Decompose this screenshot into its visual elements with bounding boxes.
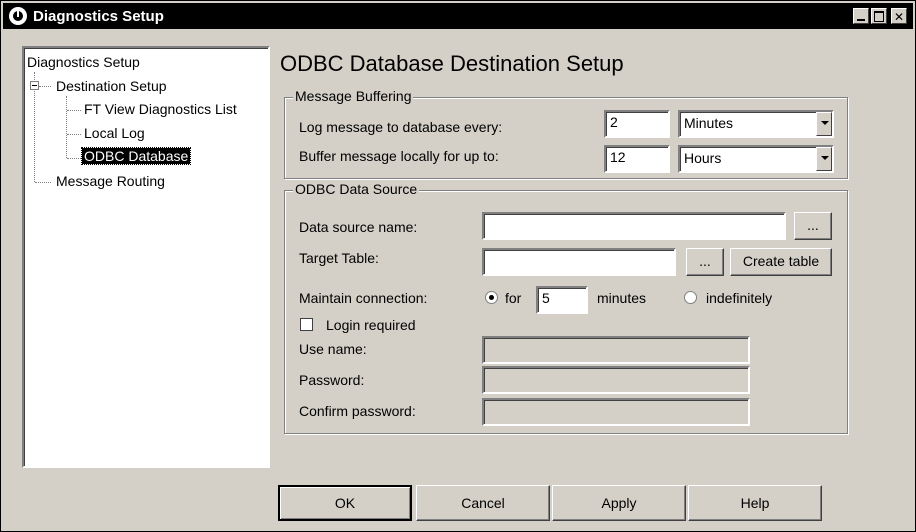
tree-line: [35, 182, 51, 183]
window-title: Diagnostics Setup: [33, 8, 164, 25]
buffer-duration-unit-value: Hours: [684, 150, 722, 166]
data-source-name-label: Data source name:: [299, 219, 418, 235]
confirm-password-input[interactable]: [482, 398, 750, 426]
data-source-name-input[interactable]: [482, 212, 786, 240]
buffer-duration-input[interactable]: 12: [604, 145, 670, 173]
password-input[interactable]: [482, 366, 750, 394]
indefinitely-label: indefinitely: [706, 290, 773, 306]
user-name-label: Use name:: [299, 341, 367, 357]
buffer-duration-label: Buffer message locally for up to:: [299, 148, 499, 164]
tree-item-odbc-database[interactable]: ODBC Database: [80, 147, 192, 165]
maintain-indefinitely-radio[interactable]: [684, 291, 697, 304]
maintain-connection-label: Maintain connection:: [299, 290, 428, 306]
chevron-down-icon[interactable]: [816, 112, 832, 136]
close-icon[interactable]: ✕: [891, 8, 907, 24]
browse-data-source-button[interactable]: ...: [794, 212, 832, 240]
collapse-icon[interactable]: [30, 81, 39, 90]
browse-target-table-button[interactable]: ...: [686, 248, 724, 276]
login-required-checkbox[interactable]: [300, 318, 313, 331]
create-table-button[interactable]: Create table: [730, 248, 832, 276]
tree-item-destination-setup[interactable]: Destination Setup: [56, 78, 167, 94]
tree-line: [67, 158, 81, 159]
password-label: Password:: [299, 372, 365, 388]
odbc-data-source-legend: ODBC Data Source: [293, 181, 420, 197]
tree-line: [39, 86, 51, 87]
tree-item-local-log[interactable]: Local Log: [84, 125, 145, 141]
cancel-button[interactable]: Cancel: [416, 485, 550, 521]
for-label: for: [505, 290, 522, 306]
target-table-input[interactable]: [482, 248, 676, 276]
page-title: ODBC Database Destination Setup: [280, 51, 624, 76]
connection-minutes-input[interactable]: 5: [536, 286, 588, 314]
log-interval-unit-select[interactable]: Minutes: [678, 110, 834, 138]
message-buffering-legend: Message Buffering: [293, 88, 414, 104]
ok-button[interactable]: OK: [278, 485, 412, 521]
log-interval-unit-value: Minutes: [684, 115, 734, 131]
apply-button[interactable]: Apply: [552, 485, 686, 521]
user-name-input[interactable]: [482, 336, 750, 364]
tree-item-diagnostics-setup[interactable]: Diagnostics Setup: [27, 54, 140, 70]
maximize-icon[interactable]: [871, 8, 887, 24]
title-bar: Diagnostics Setup ✕: [3, 3, 913, 29]
tree-line: [67, 110, 81, 111]
tree-item-message-routing[interactable]: Message Routing: [56, 173, 165, 189]
chevron-down-icon[interactable]: [816, 147, 832, 171]
tree-item-ft-view-diagnostics-list[interactable]: FT View Diagnostics List: [84, 101, 237, 117]
app-clock-icon: [9, 7, 27, 25]
login-required-label: Login required: [326, 317, 416, 333]
confirm-password-label: Confirm password:: [299, 403, 416, 419]
log-interval-label: Log message to database every:: [299, 119, 503, 135]
buffer-duration-unit-select[interactable]: Hours: [678, 145, 834, 173]
minimize-icon[interactable]: [853, 8, 869, 24]
minutes-label: minutes: [597, 290, 647, 306]
help-button[interactable]: Help: [688, 485, 822, 521]
tree-line: [66, 96, 67, 158]
target-table-label: Target Table:: [299, 250, 379, 266]
log-interval-input[interactable]: 2: [604, 110, 670, 138]
maintain-for-radio[interactable]: [485, 291, 498, 304]
tree-line: [67, 134, 81, 135]
